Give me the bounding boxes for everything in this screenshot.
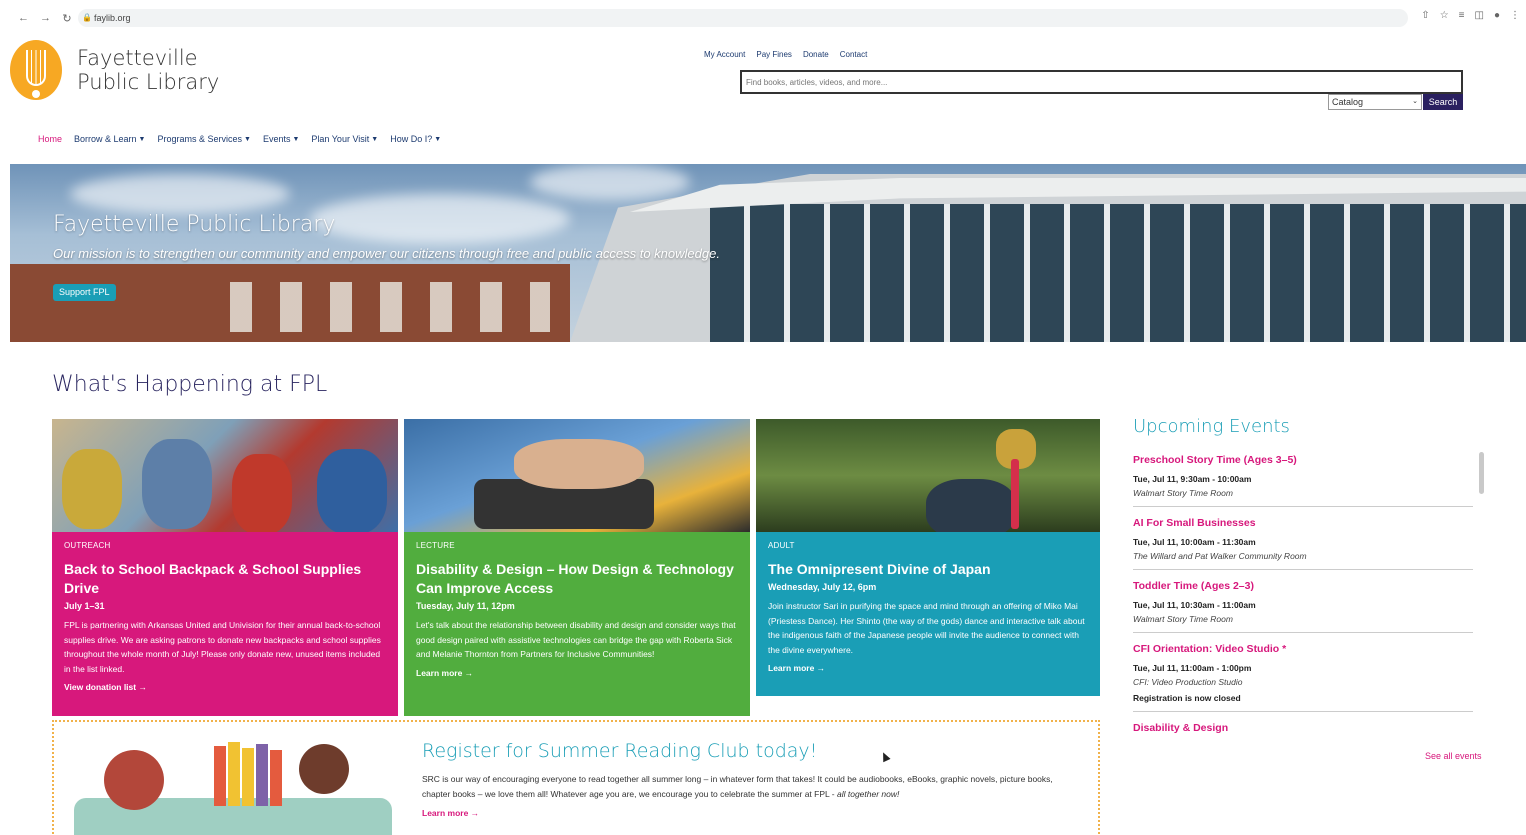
card-category: OUTREACH xyxy=(64,541,111,550)
profile-icon[interactable]: ● xyxy=(1494,10,1500,21)
nav-home[interactable]: Home xyxy=(38,134,62,144)
upcoming-events-list: Preschool Story Time (Ages 3–5) Tue, Jul… xyxy=(1133,452,1473,750)
nav-plan-visit[interactable]: Plan Your Visit ▼ xyxy=(311,134,378,144)
back-icon[interactable]: ← xyxy=(18,12,29,25)
search-scope-select[interactable]: Catalog ⌄ xyxy=(1328,94,1422,110)
event-card-omnipresent-divine[interactable]: ADULT The Omnipresent Divine of Japan We… xyxy=(756,419,1100,696)
event-time: Tue, Jul 11, 11:00am - 1:00pm xyxy=(1133,663,1252,673)
card-date: Tuesday, July 11, 12pm xyxy=(416,601,515,611)
event-item: AI For Small Businesses Tue, Jul 11, 10:… xyxy=(1133,515,1473,570)
reload-icon[interactable]: ↻ xyxy=(62,12,72,25)
my-account-link[interactable]: My Account xyxy=(704,50,745,59)
summer-reading-learn-more-link[interactable]: Learn more → xyxy=(422,808,479,818)
event-time: Tue, Jul 11, 10:00am - 11:30am xyxy=(1133,537,1256,547)
event-location: Walmart Story Time Room xyxy=(1133,488,1233,498)
search-button[interactable]: Search xyxy=(1423,94,1463,110)
share-icon[interactable]: ⇧ xyxy=(1421,10,1429,21)
support-fpl-button[interactable]: Support FPL xyxy=(53,284,116,301)
event-card-disability-design[interactable]: LECTURE Disability & Design – How Design… xyxy=(404,419,750,716)
event-item: Toddler Time (Ages 2–3) Tue, Jul 11, 10:… xyxy=(1133,578,1473,633)
sidebar-icon[interactable]: ◫ xyxy=(1475,10,1484,21)
caret-down-icon: ▼ xyxy=(244,135,251,143)
card-category: LECTURE xyxy=(416,541,455,550)
events-scrollbar[interactable] xyxy=(1479,452,1484,494)
caret-down-icon: ▼ xyxy=(138,135,146,143)
event-item: Preschool Story Time (Ages 3–5) Tue, Jul… xyxy=(1133,452,1473,507)
forward-icon[interactable]: → xyxy=(40,12,51,25)
star-icon[interactable]: ☆ xyxy=(1440,10,1449,21)
nav-how-do-i[interactable]: How Do I? ▼ xyxy=(390,134,441,144)
nav-borrow-learn[interactable]: Borrow & Learn ▼ xyxy=(74,134,145,144)
menu-icon[interactable]: ⋮ xyxy=(1510,10,1520,21)
card-title[interactable]: Back to School Backpack & School Supplie… xyxy=(64,560,387,598)
url-text: faylib.org xyxy=(94,13,131,23)
hero-tagline: Our mission is to strengthen our communi… xyxy=(53,246,720,261)
donate-link[interactable]: Donate xyxy=(803,50,829,59)
browser-actions: ⇧ ☆ ≡ ◫ ● ⋮ xyxy=(1421,10,1520,21)
reading-list-icon[interactable]: ≡ xyxy=(1459,10,1465,21)
view-donation-list-link[interactable]: View donation list → xyxy=(64,682,387,692)
event-time: Tue, Jul 11, 10:30am - 11:00am xyxy=(1133,600,1256,610)
nav-events[interactable]: Events ▼ xyxy=(263,134,299,144)
card-description: FPL is partnering with Arkansas United a… xyxy=(64,620,381,674)
event-name-link[interactable]: Toddler Time (Ages 2–3) xyxy=(1133,580,1473,592)
utility-links: My Account Pay Fines Donate Contact xyxy=(704,50,867,59)
caret-down-icon: ▼ xyxy=(434,135,442,143)
event-item: Disability & Design xyxy=(1133,720,1473,742)
learn-more-link[interactable]: Learn more → xyxy=(768,663,1089,673)
learn-more-link[interactable]: Learn more → xyxy=(416,668,739,678)
caret-down-icon: ▼ xyxy=(292,135,300,143)
library-name-line2: Public Library xyxy=(77,70,220,94)
card-description: Join instructor Sari in purifying the sp… xyxy=(768,601,1085,655)
summer-reading-title[interactable]: Register for Summer Reading Club today! xyxy=(422,740,817,762)
event-name-link[interactable]: Disability & Design xyxy=(1133,722,1473,734)
event-card-backpack-drive[interactable]: OUTREACH Back to School Backpack & Schoo… xyxy=(52,419,398,716)
event-registration-note: Registration is now closed xyxy=(1133,693,1241,703)
upcoming-events-title: Upcoming Events xyxy=(1133,416,1290,437)
card-date: Wednesday, July 12, 6pm xyxy=(768,582,877,592)
pay-fines-link[interactable]: Pay Fines xyxy=(756,50,792,59)
event-name-link[interactable]: AI For Small Businesses xyxy=(1133,517,1473,529)
event-name-link[interactable]: Preschool Story Time (Ages 3–5) xyxy=(1133,454,1473,466)
card-category: ADULT xyxy=(768,541,795,550)
event-item: CFI Orientation: Video Studio * Tue, Jul… xyxy=(1133,641,1473,712)
card-title[interactable]: Disability & Design – How Design & Techn… xyxy=(416,560,739,598)
browser-nav: ← → ↻ xyxy=(0,12,72,25)
backpacks-image xyxy=(52,419,398,532)
hero-title: Fayetteville Public Library xyxy=(53,212,336,237)
event-time: Tue, Jul 11, 9:30am - 10:00am xyxy=(1133,474,1252,484)
caret-down-icon: ▼ xyxy=(371,135,379,143)
summer-reading-promo: Register for Summer Reading Club today! … xyxy=(52,720,1100,835)
chevron-down-icon: ⌄ xyxy=(1412,98,1418,105)
event-name-link[interactable]: CFI Orientation: Video Studio * xyxy=(1133,643,1473,655)
card-title[interactable]: The Omnipresent Divine of Japan xyxy=(768,560,1089,579)
event-location: CFI: Video Production Studio xyxy=(1133,677,1243,687)
library-name[interactable]: Fayetteville Public Library xyxy=(77,46,219,94)
event-location: The Willard and Pat Walker Community Roo… xyxy=(1133,551,1307,561)
search-input[interactable] xyxy=(740,70,1463,94)
section-title: What's Happening at FPL xyxy=(52,372,328,397)
contact-link[interactable]: Contact xyxy=(840,50,868,59)
browser-toolbar: ← → ↻ 🔒 faylib.org ⇧ ☆ ≡ ◫ ● ⋮ xyxy=(0,6,1526,30)
main-nav: Home Borrow & Learn ▼ Programs & Services… xyxy=(38,134,441,144)
nav-programs-services[interactable]: Programs & Services ▼ xyxy=(157,134,250,144)
search-scope-value: Catalog xyxy=(1332,97,1364,107)
see-all-events-link[interactable]: See all events xyxy=(1425,751,1482,761)
braille-display-image xyxy=(404,419,750,532)
summer-reading-description: SRC is our way of encouraging everyone t… xyxy=(422,774,1053,799)
library-name-line1: Fayetteville xyxy=(77,46,198,70)
library-logo[interactable] xyxy=(10,40,62,102)
logo-mark-icon xyxy=(10,40,62,100)
summer-reading-illustration xyxy=(74,740,394,835)
hero-banner: Fayetteville Public Library Our mission … xyxy=(10,164,1526,342)
forest-ceremony-image xyxy=(756,419,1100,532)
lock-icon: 🔒 xyxy=(82,13,92,22)
card-date: July 1–31 xyxy=(64,601,105,611)
card-description: Let's talk about the relationship betwee… xyxy=(416,620,736,659)
event-location: Walmart Story Time Room xyxy=(1133,614,1233,624)
address-bar[interactable]: 🔒 faylib.org xyxy=(78,9,1408,27)
